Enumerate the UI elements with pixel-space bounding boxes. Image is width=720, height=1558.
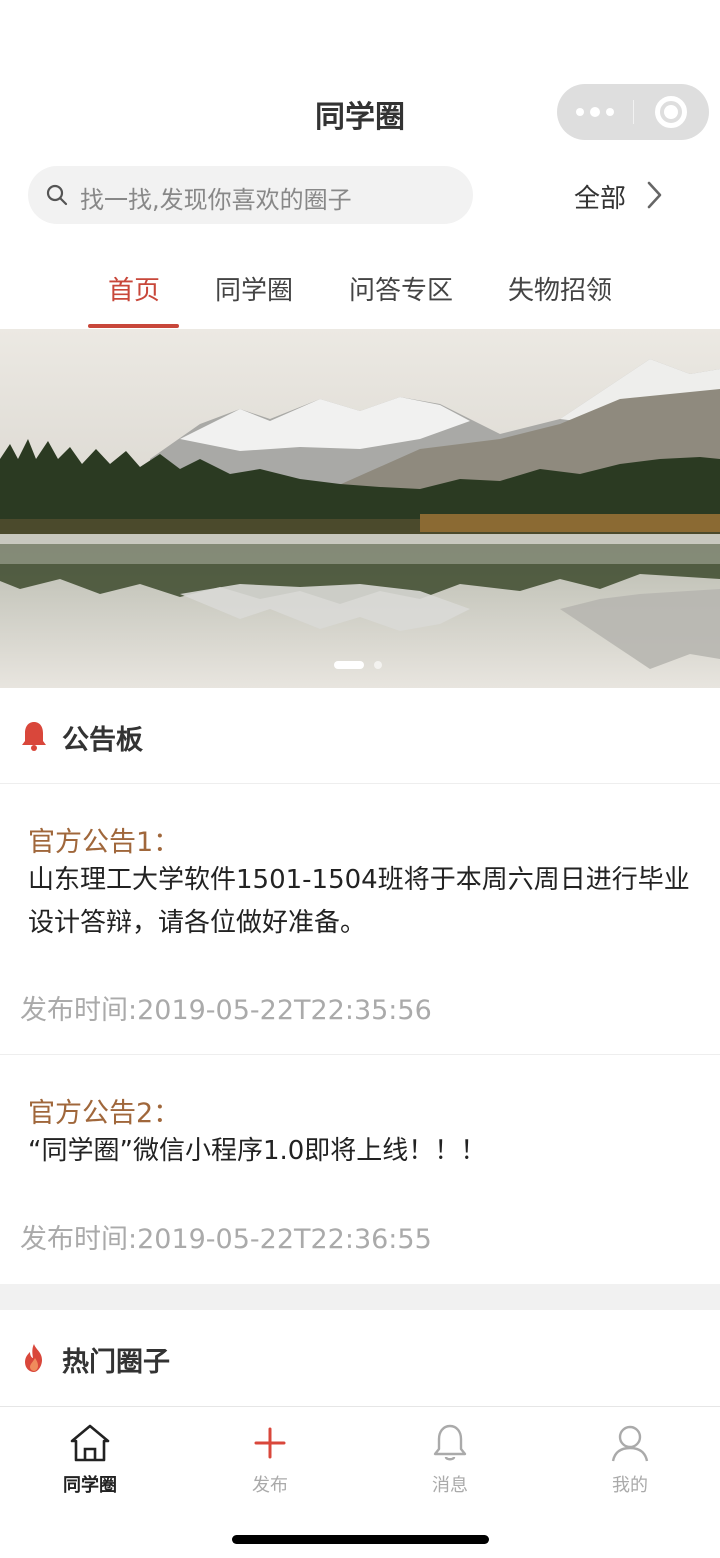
tabbar-item-messages[interactable]: 消息	[390, 1423, 510, 1497]
banner-carousel[interactable]	[0, 329, 720, 688]
banner-dot	[374, 661, 382, 669]
hot-circles-header: 热门圈子	[0, 1310, 720, 1406]
search-input[interactable]: 找一找,发现你喜欢的圈子	[28, 166, 473, 224]
section-separator	[0, 1284, 720, 1310]
plus-icon	[254, 1427, 286, 1459]
banner-image	[0, 329, 720, 688]
home-indicator	[232, 1535, 489, 1544]
navigation-bar: 同学圈	[0, 0, 720, 160]
bulletin-title: 公告板	[62, 725, 143, 756]
notice-item[interactable]: 官方公告1： 山东理工大学软件1501-1504班将于本周六周日进行毕业设计答辩…	[0, 784, 720, 1054]
tabbar-label: 发布	[252, 1475, 288, 1496]
close-target-icon[interactable]	[655, 96, 687, 128]
tabbar-item-classmates[interactable]: 同学圈	[30, 1423, 150, 1497]
notice-title: 官方公告2：	[28, 1098, 181, 1129]
user-icon	[611, 1425, 649, 1462]
tabbar-label: 我的	[612, 1475, 648, 1496]
home-icon	[70, 1424, 110, 1462]
hot-circles-title: 热门圈子	[62, 1347, 170, 1378]
tabbar-item-publish[interactable]: 发布	[210, 1423, 330, 1497]
notice-body: “同学圈”微信小程序1.0即将上线！！！	[28, 1136, 487, 1166]
search-placeholder: 找一找,发现你喜欢的圈子	[80, 186, 352, 214]
tab-lost-found[interactable]: 失物招领	[508, 270, 612, 307]
mini-program-capsule	[557, 84, 709, 140]
banner-pagination	[334, 661, 382, 669]
capsule-divider	[633, 100, 634, 124]
bell-icon	[22, 722, 46, 751]
tabbar-label: 消息	[432, 1475, 468, 1496]
active-tab-indicator	[88, 324, 179, 328]
tab-qa[interactable]: 问答专区	[349, 270, 453, 307]
all-circles-button[interactable]: 全部	[574, 178, 626, 215]
chevron-right-icon[interactable]	[645, 180, 665, 210]
search-icon	[46, 184, 68, 206]
tab-home[interactable]: 首页	[108, 270, 160, 307]
tab-classmates[interactable]: 同学圈	[215, 270, 293, 307]
notice-time: 发布时间:2019-05-22T22:36:55	[20, 1224, 432, 1255]
notice-title: 官方公告1：	[28, 827, 181, 858]
search-row: 找一找,发现你喜欢的圈子 全部	[0, 160, 720, 230]
tabbar-item-me[interactable]: 我的	[570, 1423, 690, 1497]
more-menu-button[interactable]	[557, 84, 633, 140]
notice-item[interactable]: 官方公告2： “同学圈”微信小程序1.0即将上线！！！ 发布时间:2019-05…	[0, 1055, 720, 1284]
bulletin-header: 公告板	[0, 688, 720, 784]
tabbar-label: 同学圈	[63, 1475, 117, 1496]
bell-icon	[433, 1424, 467, 1461]
banner-dot-active	[334, 661, 364, 669]
notice-body: 山东理工大学软件1501-1504班将于本周六周日进行毕业设计答辩，请各位做好准…	[28, 865, 690, 938]
notice-time: 发布时间:2019-05-22T22:35:56	[20, 995, 432, 1026]
fire-icon	[25, 1344, 42, 1372]
category-tabs: 首页 同学圈 问答专区 失物招领	[0, 240, 720, 328]
